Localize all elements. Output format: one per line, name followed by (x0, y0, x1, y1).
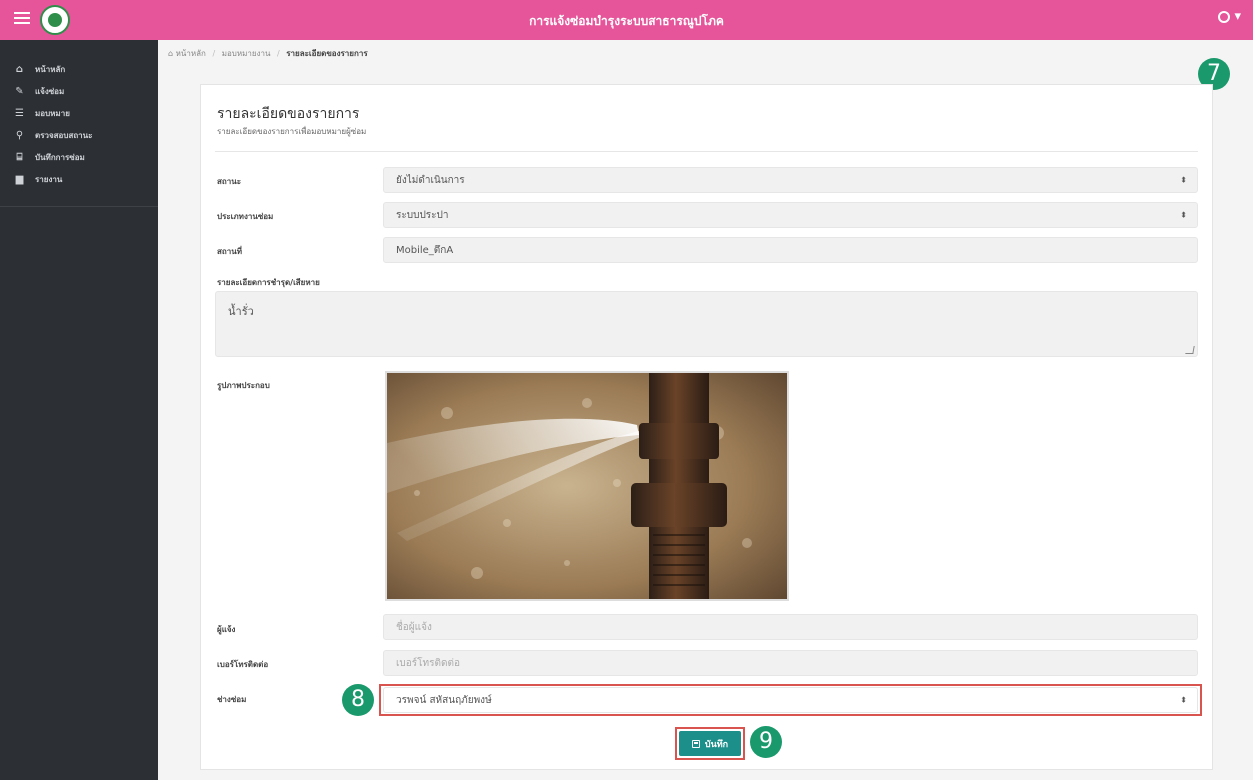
detail-card: รายละเอียดของรายการ รายละเอียดของรายการเ… (200, 84, 1213, 770)
detail-textarea[interactable]: น้ำรั่ว (215, 291, 1198, 357)
reporter-label: ผู้แจ้ง (217, 625, 236, 634)
location-label: สถานที่ (217, 247, 242, 256)
card-subtitle: รายละเอียดของรายการเพื่อมอบหมายผู้ซ่อม (217, 127, 367, 136)
select-arrows-icon: ⬍ (1180, 210, 1187, 220)
detail-value: น้ำรั่ว (228, 305, 254, 318)
sidebar: ⌂ หน้าหลัก ✎ แจ้งซ่อม ☰ มอบหมาย ⚲ ตรวจสอ… (0, 40, 158, 780)
app-title: การแจ้งซ่อมบำรุงระบบสาธารณูปโภค (529, 14, 724, 28)
divider (215, 151, 1198, 152)
tray-icon: ⌸ (16, 151, 23, 163)
top-bar: การแจ้งซ่อมบำรุงระบบสาธารณูปโภค ▾ (0, 0, 1253, 40)
save-disk-icon (691, 739, 700, 748)
technician-highlight (379, 684, 1202, 716)
sidebar-item-check-status[interactable]: ⚲ ตรวจสอบสถานะ (0, 124, 158, 146)
reporter-field[interactable]: ชื่อผู้แจ้ง (383, 614, 1198, 640)
breadcrumb-home[interactable]: หน้าหลัก (176, 49, 206, 58)
status-value: ยังไม่ดำเนินการ (396, 174, 465, 186)
sidebar-item-label: บันทึกการซ่อม (35, 152, 85, 162)
home-icon: ⌂ (168, 49, 174, 58)
list-icon: ☰ (15, 107, 24, 119)
leaking-pipe-photo (385, 371, 789, 601)
phone-field[interactable]: เบอร์โทรติดต่อ (383, 650, 1198, 676)
reporter-placeholder: ชื่อผู้แจ้ง (396, 621, 432, 633)
sidebar-item-label: รายงาน (35, 174, 63, 184)
step-badge-8: 8 (342, 684, 374, 716)
location-value: Mobile_ตึกA (396, 244, 454, 256)
repair-type-label: ประเภทงานซ่อม (217, 212, 274, 221)
wrench-icon: ✎ (15, 85, 24, 97)
home-icon: ⌂ (15, 63, 24, 75)
breadcrumb-parent[interactable]: มอบหมายงาน (222, 49, 271, 58)
card-title: รายละเอียดของรายการ (217, 106, 360, 122)
step-badge-9: 9 (750, 726, 782, 758)
repair-type-select[interactable]: ระบบประปา ⬍ (383, 202, 1198, 228)
photo-label: รูปภาพประกอบ (217, 381, 270, 390)
detail-label: รายละเอียดการชำรุด/เสียหาย (217, 278, 320, 287)
document-icon: ▆ (15, 173, 24, 185)
sidebar-item-label: ตรวจสอบสถานะ (35, 130, 93, 140)
sidebar-item-home[interactable]: ⌂ หน้าหลัก (0, 58, 158, 80)
sidebar-item-assign[interactable]: ☰ มอบหมาย (0, 102, 158, 124)
search-icon: ⚲ (15, 129, 24, 141)
photo-illustration (387, 373, 787, 599)
user-icon (1218, 10, 1231, 23)
repair-type-value: ระบบประปา (396, 209, 449, 221)
breadcrumb: ⌂ หน้าหลัก / มอบหมายงาน / รายละเอียดของร… (168, 49, 368, 58)
status-label: สถานะ (217, 177, 241, 186)
breadcrumb-current: รายละเอียดของรายการ (286, 49, 368, 58)
sidebar-item-report-repair[interactable]: ✎ แจ้งซ่อม (0, 80, 158, 102)
status-select[interactable]: ยังไม่ดำเนินการ ⬍ (383, 167, 1198, 193)
phone-label: เบอร์โทรติดต่อ (217, 660, 269, 669)
sidebar-item-label: มอบหมาย (35, 108, 70, 118)
resize-handle-icon[interactable] (1185, 346, 1195, 354)
user-menu[interactable]: ▾ (1218, 9, 1241, 24)
select-arrows-icon: ⬍ (1180, 175, 1187, 185)
sidebar-item-label: หน้าหลัก (35, 64, 66, 74)
chevron-down-icon: ▾ (1234, 9, 1241, 24)
sidebar-item-label: แจ้งซ่อม (35, 86, 65, 96)
save-button[interactable]: บันทึก (679, 731, 741, 756)
sidebar-item-reports[interactable]: ▆ รายงาน (0, 168, 158, 190)
phone-placeholder: เบอร์โทรติดต่อ (396, 657, 460, 669)
save-label: บันทึก (704, 738, 729, 749)
technician-label: ช่างซ่อม (217, 695, 247, 704)
sidebar-item-repair-record[interactable]: ⌸ บันทึกการซ่อม (0, 146, 158, 168)
location-field[interactable]: Mobile_ตึกA (383, 237, 1198, 263)
